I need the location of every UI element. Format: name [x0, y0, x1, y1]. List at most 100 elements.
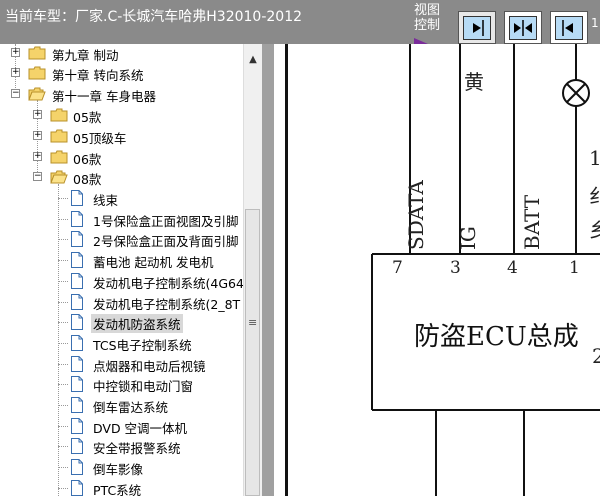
tree-guide-line — [58, 446, 68, 448]
tree-document-item[interactable]: 线束 — [0, 188, 243, 208]
tree-item-label: 线束 — [93, 193, 119, 208]
tree-guide-line — [58, 301, 68, 303]
diagram-right-text: 1 — [589, 146, 600, 170]
document-icon — [71, 293, 83, 310]
expand-icon[interactable]: + — [33, 110, 42, 119]
tree-document-item[interactable]: DVD 空调一体机 — [0, 416, 243, 436]
tree-document-item[interactable]: 发动机电子控制系统(4G64 — [0, 271, 244, 291]
tree-item-label: 第九章 制动 — [52, 48, 119, 63]
tree-guide-line — [58, 322, 68, 324]
catalog-tree: + 第九章 制动 + 第十章 转向系统 − 第十一章 车身电器 + 05款 + — [0, 44, 262, 496]
document-icon — [71, 376, 83, 393]
collapse-icon[interactable]: − — [11, 89, 20, 98]
collapse-icon[interactable]: − — [33, 172, 42, 181]
tree-item-chapter-11[interactable]: − 第十一章 车身电器 — [0, 84, 243, 104]
diagram-right-text: 2 — [592, 344, 600, 368]
pane-splitter[interactable] — [262, 44, 274, 496]
tree-guide-line — [58, 363, 68, 365]
tree-document-item[interactable]: 点烟器和电动后视镜 — [0, 354, 243, 374]
document-icon — [71, 210, 83, 227]
folder-icon — [50, 150, 68, 164]
expand-icon[interactable]: + — [33, 152, 42, 161]
tree-document-item[interactable]: 蓄电池 起动机 发电机 — [0, 250, 243, 270]
tree-document-item[interactable]: 发动机电子控制系统(2_8T — [0, 292, 243, 312]
tree-item-label: 2号保险盒正面及背面引脚 — [93, 234, 239, 250]
document-icon — [71, 397, 83, 413]
tree-item-label: 05款 — [73, 110, 102, 125]
tree-item-label-selected: 发动机防盗系统 — [91, 314, 183, 334]
tree-document-item[interactable]: 发动机防盗系统 — [0, 312, 243, 334]
folder-open-icon — [28, 87, 46, 101]
tree-item-label: 倒车影像 — [93, 462, 144, 478]
tree-guide-line — [58, 405, 68, 406]
tree-document-item[interactable]: 中控锁和电动门窗 — [0, 374, 243, 394]
expand-icon[interactable]: + — [11, 48, 20, 57]
tree-item-chapter-10[interactable]: + 第十章 转向系统 — [0, 63, 243, 83]
view-control-label: 视图 控制 — [414, 3, 448, 33]
tree-document-item[interactable]: 2号保险盒正面及背面引脚 — [0, 229, 243, 249]
ecu-title: 防盗ECU总成 — [414, 322, 579, 352]
document-icon — [71, 459, 83, 476]
tree-item-05-top[interactable]: + 05顶级车 — [0, 126, 243, 146]
tree-item-06[interactable]: + 06款 — [0, 147, 243, 167]
tree-item-label: 1号保险盒正面视图及引脚 — [93, 213, 239, 229]
tree-document-item[interactable]: 倒车雷达系统 — [0, 395, 243, 415]
tree-item-label: PTC系统 — [93, 482, 142, 496]
folder-open-icon — [50, 170, 68, 184]
grip-icon: ≡ — [248, 316, 258, 329]
expand-left-icon — [555, 16, 583, 40]
document-icon — [71, 272, 83, 289]
tree-guide-line — [58, 487, 68, 489]
tree-item-05[interactable]: + 05款 — [0, 105, 243, 125]
document-icon — [71, 252, 83, 269]
document-icon — [71, 355, 83, 372]
tree-document-item[interactable]: TCS电子控制系统 — [0, 333, 243, 353]
wire-label-sdata: SDATA — [404, 180, 428, 250]
tree-item-label: 06款 — [73, 152, 102, 167]
scroll-up-arrow-icon[interactable]: ▲ — [244, 54, 262, 68]
tree-document-item[interactable]: PTC系统 — [0, 478, 243, 496]
tree-guide-line — [58, 260, 68, 262]
folder-icon — [28, 66, 46, 80]
expand-icon[interactable]: + — [33, 131, 42, 140]
split-view-icon — [509, 16, 537, 40]
tree-guide-line — [58, 218, 68, 220]
expand-icon[interactable]: + — [11, 68, 20, 77]
wire-label-batt: BATT — [520, 194, 544, 250]
document-icon — [71, 314, 83, 331]
scroll-thumb[interactable]: ≡ — [245, 209, 260, 496]
pin-number: 7 — [392, 258, 403, 278]
tree-guide-line — [58, 467, 68, 469]
wiring-diagram: 黄 SDATA IG BATT 7 3 4 1 防盗ECU总成 1 纟 乡 2 — [274, 44, 600, 496]
expand-right-icon — [463, 16, 491, 40]
folder-icon — [50, 129, 68, 143]
view-expand-right-button[interactable] — [458, 11, 496, 44]
tree-item-label: 第十章 转向系统 — [52, 68, 144, 83]
tree-item-label: 08款 — [73, 172, 102, 187]
document-icon — [71, 438, 83, 455]
tree-document-item[interactable]: 1号保险盒正面视图及引脚 — [0, 209, 243, 229]
document-icon — [71, 231, 83, 248]
tree-item-label: 中控锁和电动门窗 — [93, 379, 194, 395]
document-icon — [71, 334, 83, 351]
header-right-fragment: 1 — [591, 16, 599, 30]
tree-document-item[interactable]: 倒车影像 — [0, 457, 243, 477]
tree-item-chapter-9[interactable]: + 第九章 制动 — [0, 44, 243, 63]
wire-color-label: 黄 — [464, 70, 484, 94]
folder-icon — [50, 108, 68, 122]
document-icon — [71, 190, 83, 206]
current-vehicle-title: 当前车型：厂家.C-长城汽车哈弗H32010-2012 — [5, 9, 303, 25]
tree-item-label: 05顶级车 — [73, 131, 127, 146]
view-split-button[interactable] — [504, 11, 542, 44]
title-bar: 当前车型：厂家.C-长城汽车哈弗H32010-2012 视图 控制 1 — [0, 0, 600, 44]
tree-item-label: 倒车雷达系统 — [93, 400, 169, 415]
tree-document-item[interactable]: 安全带报警系统 — [0, 436, 243, 456]
tree-item-label: 发动机电子控制系统(4G64 — [93, 275, 244, 291]
tree-item-label: TCS电子控制系统 — [93, 337, 192, 353]
tree-item-label: 蓄电池 起动机 发电机 — [93, 255, 214, 271]
tree-item-08[interactable]: − 08款 — [0, 167, 243, 187]
tree-guide-line — [58, 425, 68, 427]
tree-scrollbar[interactable]: ▲ ≡ — [243, 44, 262, 496]
tree-guide-line — [58, 384, 68, 386]
view-expand-left-button[interactable] — [550, 11, 588, 44]
